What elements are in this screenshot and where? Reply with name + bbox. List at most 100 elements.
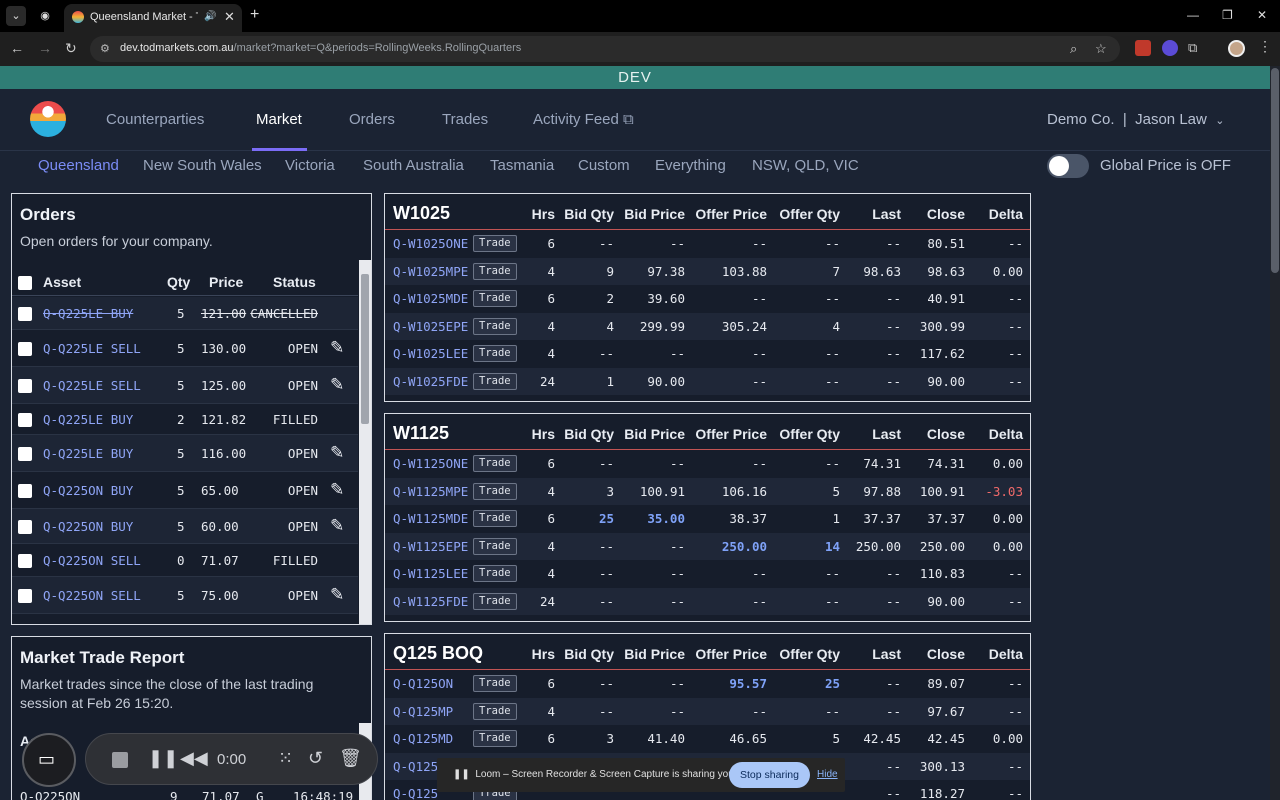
market-asset-link[interactable]: Q-W1025EPE (393, 319, 468, 334)
extensions-puzzle-icon[interactable]: ⧉ (1188, 40, 1204, 56)
user-menu[interactable]: Demo Co. | Jason Law ⌄ (1047, 111, 1224, 128)
edit-order-icon[interactable]: ✎ (330, 480, 344, 500)
app-logo[interactable] (30, 101, 66, 137)
market-asset-link[interactable]: Q-W1125MDE (393, 511, 468, 526)
trade-button[interactable]: Trade (473, 565, 517, 582)
browser-tab[interactable]: Queensland Market - TOD 🔊 ✕ (64, 4, 242, 32)
order-asset-link[interactable]: Q-Q225ON SELL (43, 588, 141, 603)
trade-button[interactable]: Trade (473, 592, 517, 610)
region-queensland[interactable]: Queensland (38, 157, 119, 174)
trade-button[interactable]: Trade (473, 372, 517, 390)
order-checkbox[interactable] (18, 413, 32, 427)
extension-icon[interactable] (1135, 40, 1151, 56)
maximize-icon[interactable]: ❐ (1222, 8, 1233, 22)
nav-market[interactable]: Market (256, 111, 302, 128)
site-info-icon[interactable]: ⚙ (100, 42, 110, 55)
back-icon[interactable]: ← (10, 40, 24, 56)
audio-icon[interactable]: 🔊 (204, 11, 216, 22)
select-all-checkbox[interactable] (18, 276, 32, 290)
trade-button[interactable]: Trade (473, 730, 517, 747)
order-asset-link[interactable]: Q-Q225LE SELL (43, 378, 141, 393)
region-nsw-qld-vic[interactable]: NSW, QLD, VIC (752, 157, 859, 174)
trash-icon[interactable]: 🗑 (339, 748, 362, 769)
restart-icon[interactable]: ↺ (308, 748, 323, 769)
region-victoria[interactable]: Victoria (285, 157, 335, 174)
region-custom[interactable]: Custom (578, 157, 630, 174)
nav-activity-feed[interactable]: Activity Feed ⧉ (533, 111, 634, 128)
hide-banner-link[interactable]: Hide (817, 769, 838, 780)
bookmark-star-icon[interactable]: ☆ (1095, 41, 1107, 57)
nav-counterparties[interactable]: Counterparties (106, 111, 204, 128)
order-asset-link[interactable]: Q-Q225LE BUY (43, 446, 133, 461)
order-checkbox[interactable] (18, 554, 32, 568)
trade-button[interactable]: Trade (473, 455, 517, 472)
page-scroll-thumb[interactable] (1271, 68, 1279, 273)
order-asset-link[interactable]: Q-Q225LE BUY (43, 306, 133, 321)
edit-order-icon[interactable]: ✎ (330, 338, 344, 358)
order-asset-link[interactable]: Q-Q225ON BUY (43, 483, 133, 498)
report-row-asset[interactable]: Q-Q225ON (20, 789, 80, 800)
orders-scroll-thumb[interactable] (361, 274, 369, 424)
reload-icon[interactable]: ↻ (65, 40, 77, 57)
market-asset-link[interactable]: Q-W1125LEE (393, 566, 468, 581)
market-asset-link[interactable]: Q-W1125ONE (393, 456, 468, 471)
region-tasmania[interactable]: Tasmania (490, 157, 554, 174)
tab-close-icon[interactable]: ✕ (224, 9, 235, 25)
market-asset-link[interactable]: Q-Q125 (393, 786, 438, 800)
zoom-icon[interactable]: ⌕ (1070, 41, 1077, 57)
trade-button[interactable]: Trade (473, 702, 517, 720)
pause-icon[interactable]: ❚❚ (148, 748, 178, 769)
window-close-icon[interactable]: ✕ (1257, 8, 1267, 22)
order-checkbox[interactable] (18, 379, 32, 393)
tab-search-button[interactable]: ⌄ (6, 6, 26, 26)
trade-button[interactable]: Trade (473, 317, 517, 335)
edit-order-icon[interactable]: ✎ (330, 375, 344, 395)
stop-recording-icon[interactable] (112, 752, 128, 768)
market-asset-link[interactable]: Q-Q125MP (393, 704, 453, 719)
nav-orders[interactable]: Orders (349, 111, 395, 128)
order-checkbox[interactable] (18, 589, 32, 603)
edit-order-icon[interactable]: ✎ (330, 585, 344, 605)
market-asset-link[interactable]: Q-W1125EPE (393, 539, 468, 554)
order-checkbox[interactable] (18, 520, 32, 534)
trade-button[interactable]: Trade (473, 675, 517, 692)
new-tab-icon[interactable]: + (250, 6, 259, 24)
url-bar[interactable]: ⚙ dev.todmarkets.com.au/market?market=Q&… (90, 36, 1120, 62)
order-asset-link[interactable]: Q-Q225ON SELL (43, 553, 141, 568)
order-checkbox[interactable] (18, 342, 32, 356)
market-asset-link[interactable]: Q-W1025LEE (393, 346, 468, 361)
forward-icon[interactable]: → (38, 40, 52, 56)
drag-handle-icon[interactable]: ⁙ (278, 748, 293, 769)
market-asset-link[interactable]: Q-Q125 (393, 759, 438, 774)
order-checkbox[interactable] (18, 484, 32, 498)
market-asset-link[interactable]: Q-W1025FDE (393, 374, 468, 389)
trade-button[interactable]: Trade (473, 235, 517, 252)
profile-avatar[interactable] (1228, 40, 1245, 57)
region-new-south-wales[interactable]: New South Wales (143, 157, 262, 174)
market-asset-link[interactable]: Q-W1125FDE (393, 594, 468, 609)
market-asset-link[interactable]: Q-Q125ON (393, 676, 453, 691)
rewind-icon[interactable]: ◀◀ (180, 748, 208, 769)
minimize-icon[interactable]: — (1187, 8, 1199, 22)
market-asset-link[interactable]: Q-W1025ONE (393, 236, 468, 251)
market-asset-link[interactable]: Q-W1025MDE (393, 291, 468, 306)
region-everything[interactable]: Everything (655, 157, 726, 174)
order-asset-link[interactable]: Q-Q225LE SELL (43, 341, 141, 356)
global-price-toggle[interactable] (1047, 154, 1089, 178)
trade-button[interactable]: Trade (473, 510, 517, 527)
market-asset-link[interactable]: Q-W1125MPE (393, 484, 468, 499)
market-asset-link[interactable]: Q-W1025MPE (393, 264, 468, 279)
order-asset-link[interactable]: Q-Q225ON BUY (43, 519, 133, 534)
edit-order-icon[interactable]: ✎ (330, 443, 344, 463)
edit-order-icon[interactable]: ✎ (330, 516, 344, 536)
browser-menu-icon[interactable]: ⋮ (1258, 38, 1272, 55)
stop-sharing-button[interactable]: Stop sharing (729, 762, 810, 788)
loom-camera-button[interactable]: ▭ (22, 733, 76, 787)
trade-button[interactable]: Trade (473, 262, 517, 280)
region-south-australia[interactable]: South Australia (363, 157, 464, 174)
record-icon[interactable]: ◉ (35, 6, 55, 26)
order-checkbox[interactable] (18, 307, 32, 321)
trade-button[interactable]: Trade (473, 482, 517, 500)
loom-extension-icon[interactable] (1162, 40, 1178, 56)
order-checkbox[interactable] (18, 447, 32, 461)
